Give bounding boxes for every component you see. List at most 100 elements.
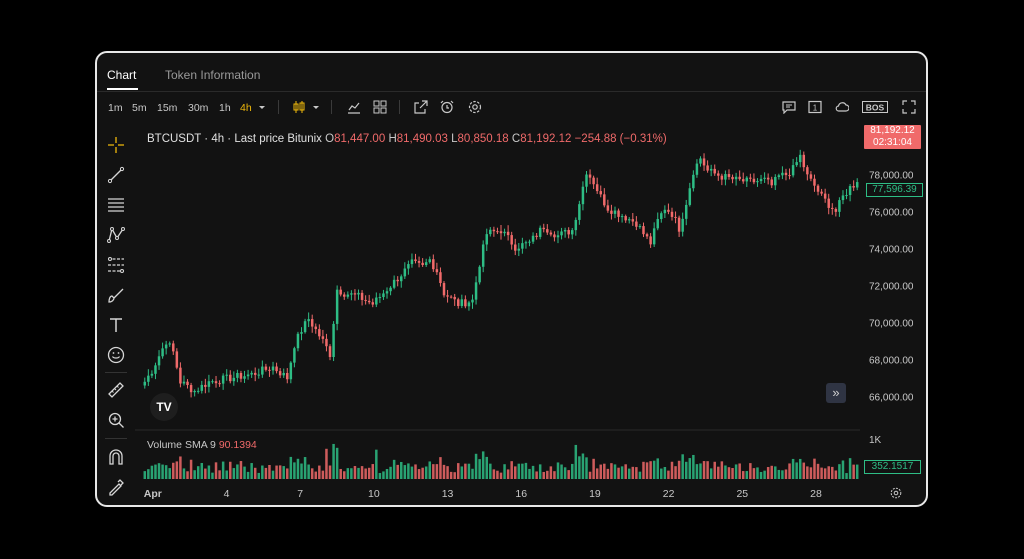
- candle-body: [638, 226, 642, 228]
- volume-bar: [798, 458, 802, 479]
- volume-bar: [823, 468, 827, 479]
- candle-body: [179, 367, 182, 384]
- candle-body: [489, 229, 492, 235]
- volume-bar: [542, 471, 545, 479]
- volume-bar: [606, 468, 610, 479]
- candle-body: [271, 366, 275, 371]
- candle-body: [464, 299, 467, 307]
- candle-body: [310, 319, 314, 327]
- open-label: O: [325, 133, 335, 145]
- candle-body: [303, 321, 307, 333]
- scroll-to-realtime-button[interactable]: »: [826, 383, 846, 403]
- volume-bar: [378, 473, 382, 479]
- candle-body: [392, 279, 396, 288]
- candle-body: [350, 293, 353, 295]
- tradingview-logo[interactable]: TV: [150, 393, 178, 421]
- time-tick-label: Apr: [144, 488, 162, 500]
- volume-bar: [848, 458, 852, 479]
- candle-body: [378, 297, 382, 299]
- candle-body: [560, 231, 563, 236]
- volume-bar: [581, 453, 585, 479]
- open-value: 81,447.00: [334, 133, 386, 145]
- candlestick-chart[interactable]: 78,000.00 76,000.00 74,000.00 72,000.00 70,0…: [97, 53, 926, 505]
- volume-bar: [635, 467, 638, 479]
- volume-bar: [161, 464, 164, 479]
- time-tick-label: 4: [224, 488, 230, 500]
- volume-bar: [763, 470, 766, 479]
- volume-bar: [467, 463, 471, 479]
- volume-bar: [289, 456, 293, 479]
- volume-bar: [229, 461, 232, 479]
- price-tick-label: 66,000.00: [869, 393, 914, 404]
- candle-body: [841, 195, 845, 201]
- volume-bar: [357, 467, 360, 479]
- candle-body: [617, 210, 620, 217]
- candle-body: [802, 154, 806, 168]
- volume-bar: [481, 451, 485, 479]
- candle-body: [346, 294, 350, 297]
- volume-bar: [264, 467, 268, 479]
- axis-settings-icon[interactable]: [890, 487, 902, 499]
- candle-body: [813, 178, 816, 186]
- candle-body: [531, 235, 535, 242]
- candle-body: [738, 176, 741, 180]
- candle-body: [667, 209, 670, 212]
- volume-bar: [186, 471, 189, 479]
- volume-bar: [218, 470, 221, 479]
- candle-body: [175, 351, 179, 368]
- volume-bar: [727, 467, 731, 479]
- candle-body: [382, 293, 385, 298]
- symbol-label[interactable]: BTCUSDT · 4h · Last price Bitunix: [147, 133, 322, 145]
- volume-bar: [257, 472, 261, 479]
- close-value: 81,192.12: [520, 133, 572, 145]
- candle-body: [567, 229, 570, 235]
- volume-bar: [831, 466, 834, 479]
- candle-body: [325, 338, 328, 347]
- volume-bar: [421, 467, 424, 479]
- candle-body: [499, 231, 503, 234]
- volume-bar: [588, 471, 592, 479]
- candle-body: [727, 174, 731, 177]
- candle-body: [400, 276, 403, 282]
- volume-bar: [813, 458, 816, 479]
- candle-body: [514, 244, 517, 251]
- candle-body: [457, 299, 460, 306]
- volume-bar: [449, 471, 453, 479]
- volume-bar: [282, 466, 285, 479]
- volume-bar: [164, 465, 168, 479]
- volume-bar: [232, 468, 236, 479]
- volume-bar: [734, 464, 738, 479]
- volume-bar: [286, 468, 289, 479]
- price-axis: 78,000.00 76,000.00 74,000.00 72,000.00 70,0…: [869, 171, 914, 404]
- candle-body: [186, 381, 189, 386]
- volume-bar: [460, 466, 464, 479]
- candle-body: [439, 272, 442, 284]
- candle-body: [553, 234, 556, 238]
- candle-body: [211, 381, 214, 383]
- volume-bar: [300, 463, 303, 479]
- candle-body: [845, 195, 848, 197]
- candle-body: [788, 175, 791, 177]
- volume-bar: [645, 462, 649, 479]
- time-tick-label: 19: [589, 488, 601, 500]
- volume-bar: [143, 471, 147, 479]
- candle-body: [713, 168, 716, 174]
- volume-bar: [531, 465, 535, 479]
- candle-body: [172, 343, 175, 352]
- candle-body: [692, 174, 695, 189]
- ohlc-legend: BTCUSDT · 4h · Last price Bitunix O81,44…: [147, 133, 667, 145]
- candle-body: [196, 390, 200, 392]
- candle-body: [855, 182, 859, 188]
- candle-body: [250, 372, 253, 375]
- volume-bar: [578, 456, 581, 479]
- candle-body: [492, 229, 496, 232]
- candle-body: [214, 381, 218, 384]
- candle-body: [538, 227, 542, 237]
- volume-bar: [777, 469, 781, 479]
- candle-body: [257, 374, 261, 376]
- volume-bar: [724, 465, 727, 479]
- candle-body: [838, 200, 841, 212]
- volume-bar: [521, 463, 524, 479]
- volume-bar: [268, 464, 271, 479]
- volume-bar: [592, 458, 595, 479]
